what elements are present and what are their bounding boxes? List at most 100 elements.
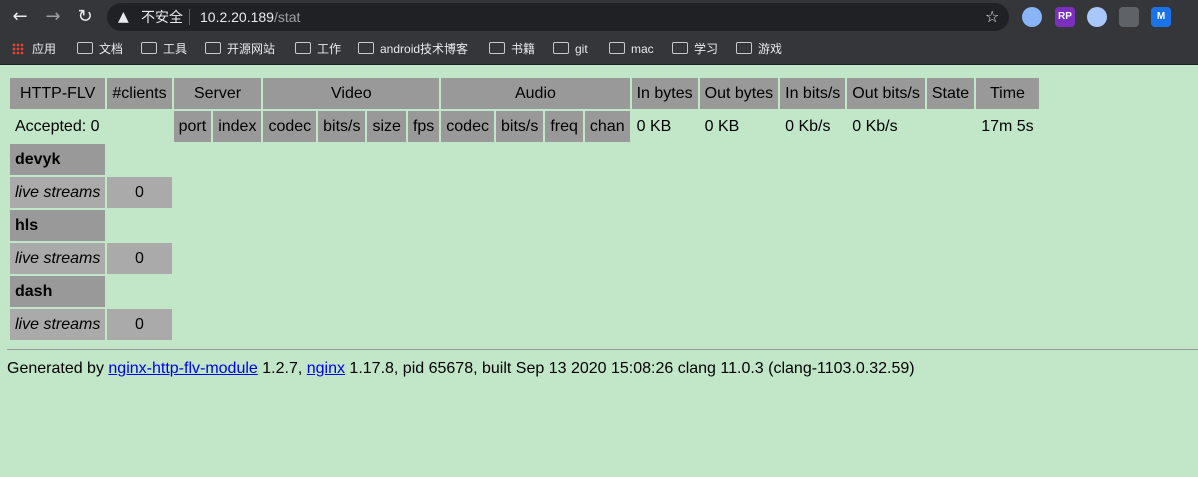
bookmark-label: 游戏 <box>758 42 783 56</box>
bookmark-label: mac <box>631 42 654 56</box>
total-in-bytes: 0 KB <box>636 117 672 135</box>
folder-icon <box>358 42 374 54</box>
total-in-bits: 0 Kb/s <box>785 117 831 135</box>
live-streams-row: live streams 0 <box>10 177 1039 208</box>
live-streams-label: live streams <box>10 243 106 274</box>
bookmark-star-icon[interactable]: ☆ <box>985 8 999 26</box>
folder-icon <box>672 42 688 54</box>
folder-icon <box>489 42 505 54</box>
app-row: devyk <box>10 144 1039 175</box>
bookmark-folder[interactable]: 工具 <box>141 40 187 58</box>
header-out-bits: Out bits/s <box>847 78 925 109</box>
url-path: /stat <box>273 9 301 25</box>
ext-cyan-circle-icon[interactable] <box>1087 7 1107 27</box>
bookmark-folder[interactable]: 开源网站 <box>205 40 275 58</box>
back-icon[interactable]: ← <box>9 7 31 27</box>
warning-icon[interactable]: ▲ <box>118 9 134 25</box>
bookmark-folder[interactable]: 书籍 <box>489 40 535 58</box>
app-name: devyk <box>10 144 106 175</box>
subheader-size: size <box>367 111 406 142</box>
insecure-label[interactable]: 不安全 <box>141 9 183 25</box>
footer-version: 1.2.7, <box>257 360 307 377</box>
nginx-link[interactable]: nginx <box>307 360 345 377</box>
header-http-flv: HTTP-FLV <box>10 78 106 109</box>
bookmark-label: 开源网站 <box>227 42 276 56</box>
bookmark-folder[interactable]: 学习 <box>672 40 718 58</box>
total-out-bits: 0 Kb/s <box>852 117 898 135</box>
app-name: hls <box>10 210 106 241</box>
folder-icon <box>77 42 93 54</box>
bookmark-label: 书籍 <box>511 42 536 56</box>
bookmark-label: 文档 <box>99 42 124 56</box>
ext-m-icon[interactable]: M <box>1151 7 1171 27</box>
forward-icon[interactable]: → <box>42 7 64 27</box>
footer-divider <box>7 349 1198 350</box>
subheader-chan: chan <box>584 111 630 142</box>
url-host: 10.2.20.189 <box>200 9 274 25</box>
bookmark-folder[interactable]: mac <box>609 40 654 58</box>
folder-icon <box>141 42 157 54</box>
header-state: State <box>926 78 975 109</box>
bookmark-folder[interactable]: android技术博客 <box>358 40 468 58</box>
bookmarks-bar: 应用 文档 工具 开源网站 工作 android技术博客 书籍 git mac … <box>0 34 1198 65</box>
bookmark-label: git <box>575 42 588 56</box>
bookmark-apps[interactable]: 应用 <box>12 40 56 58</box>
app-row: dash <box>10 276 1039 307</box>
total-state <box>927 111 974 142</box>
live-streams-count: 0 <box>107 309 172 340</box>
bookmark-label: 工具 <box>163 42 188 56</box>
ext-rp-icon[interactable]: RP <box>1055 7 1075 27</box>
header-row: HTTP-FLV #clients Server Video Audio In … <box>10 78 1039 109</box>
folder-icon <box>553 42 569 54</box>
bookmark-apps-label: 应用 <box>32 42 57 56</box>
bookmark-label: android技术博客 <box>380 42 469 56</box>
subheader-freq: freq <box>545 111 583 142</box>
bookmark-folder[interactable]: 游戏 <box>736 40 782 58</box>
bookmark-label: 学习 <box>694 42 719 56</box>
ext-blue-circle-icon[interactable] <box>1022 7 1042 27</box>
apps-grid-icon <box>12 43 24 55</box>
bookmark-folder[interactable]: 工作 <box>295 40 341 58</box>
live-streams-label: live streams <box>10 177 106 208</box>
header-video: Video <box>263 78 440 109</box>
subheader-row: Accepted: 0 port index codec bits/s size… <box>10 111 1039 142</box>
address-separator <box>189 9 190 25</box>
subheader-video-bits: bits/s <box>318 111 366 142</box>
live-streams-row: live streams 0 <box>10 243 1039 274</box>
footer-build-info: 1.17.8, pid 65678, built Sep 13 2020 15:… <box>344 360 915 377</box>
bookmark-folder[interactable]: 文档 <box>77 40 123 58</box>
module-link[interactable]: nginx-http-flv-module <box>108 360 257 377</box>
footer-prefix: Generated by <box>7 360 109 377</box>
folder-icon <box>295 42 311 54</box>
header-audio: Audio <box>441 78 630 109</box>
browser-toolbar: ← → ↻ ▲ 不安全 10.2.20.189/stat ☆ RP M <box>0 0 1198 34</box>
ext-shield-icon[interactable] <box>1119 7 1139 27</box>
header-out-bytes: Out bytes <box>699 78 779 109</box>
url-text[interactable]: 10.2.20.189/stat <box>200 9 300 25</box>
footer: Generated by nginx-http-flv-module 1.2.7… <box>7 360 915 378</box>
total-out-bytes: 0 KB <box>704 117 740 135</box>
header-time: Time <box>976 78 1039 109</box>
subheader-fps: fps <box>407 111 440 142</box>
header-in-bytes: In bytes <box>631 78 698 109</box>
subheader-audio-codec: codec <box>441 111 494 142</box>
folder-icon <box>609 42 625 54</box>
reload-icon[interactable]: ↻ <box>74 7 96 27</box>
header-in-bits: In bits/s <box>780 78 846 109</box>
stat-table: HTTP-FLV #clients Server Video Audio In … <box>8 76 1041 342</box>
accepted-count: Accepted: 0 <box>15 117 100 135</box>
subheader-port: port <box>173 111 212 142</box>
live-streams-label: live streams <box>10 309 106 340</box>
bookmark-label: 工作 <box>317 42 342 56</box>
folder-icon <box>205 42 221 54</box>
bookmark-folder[interactable]: git <box>553 40 588 58</box>
live-streams-count: 0 <box>107 243 172 274</box>
clients-cell <box>107 111 171 142</box>
subheader-index: index <box>213 111 262 142</box>
app-row: hls <box>10 210 1039 241</box>
folder-icon <box>736 42 752 54</box>
live-streams-count: 0 <box>107 177 172 208</box>
header-server: Server <box>173 78 262 109</box>
header-clients: #clients <box>107 78 172 109</box>
app-name: dash <box>10 276 106 307</box>
